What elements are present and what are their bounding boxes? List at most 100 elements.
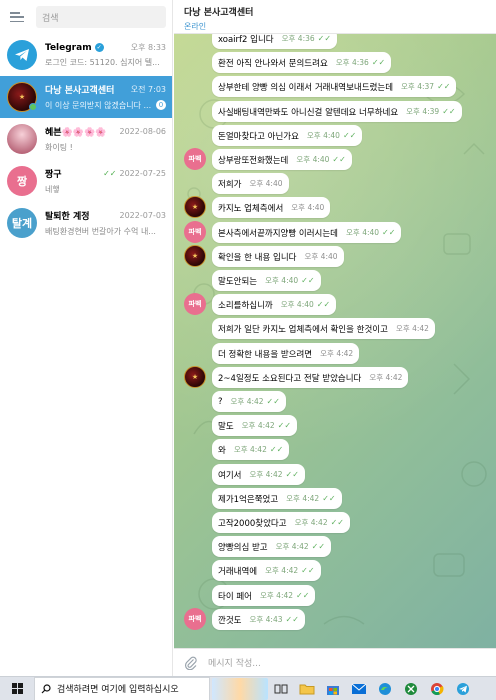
message-time: 오후 4:42 xyxy=(233,445,267,454)
message-bubble[interactable]: 양빵의심 받고 오후 4:42 ✓✓ xyxy=(212,536,332,557)
read-receipt-icon: ✓✓ xyxy=(382,228,396,237)
message-text: 제가1억은쭉었고 xyxy=(218,494,279,505)
message-time: 오후 4:42 xyxy=(249,470,283,479)
message-area[interactable]: xoairf2 입니다 오후 4:36 ✓✓ 환전 아직 안나와서 문의드려요 오후 4… xyxy=(174,28,496,648)
chat-header[interactable]: 다낭 본사고객센터 온라인 xyxy=(174,0,496,34)
message-text: 카지노 업체측에서 xyxy=(218,203,284,214)
search-icon xyxy=(41,683,51,693)
message-time: 오후 4:43 xyxy=(249,615,283,624)
message-list: xoairf2 입니다 오후 4:36 ✓✓ 환전 아직 안나와서 문의드려요 오후 4… xyxy=(174,28,496,648)
chat-name: 혜븐🌸🌸🌸🌸 xyxy=(45,128,107,138)
message-text: 더 정확한 내용을 받으려면 xyxy=(218,349,313,360)
chat-item-deleted-account[interactable]: 탈계 탈퇴한 계정 2022-07-03 배팅환경현버 번갈아가 수억 내... xyxy=(0,202,172,244)
chat-time: 오전 7:03 xyxy=(130,85,166,94)
message-time: 오후 4:40 xyxy=(304,252,338,261)
sender-avatar[interactable]: 파벡 xyxy=(184,221,206,243)
message-bubble[interactable]: 고작2000찾았다고 오후 4:42 ✓✓ xyxy=(212,512,350,533)
message-text: 소리를하십니까 xyxy=(218,300,273,311)
sender-avatar[interactable]: ★ xyxy=(184,366,206,388)
read-receipt-icon: ✓✓ xyxy=(330,518,344,527)
message-bubble[interactable]: 깐것도 오후 4:43 ✓✓ xyxy=(212,609,305,630)
message-time: 오후 4:42 xyxy=(259,591,294,600)
message-time: 오후 4:42 xyxy=(275,542,309,551)
message-bubble[interactable]: 저희가 오후 4:40 xyxy=(212,173,289,194)
message-bubble[interactable]: 말도안되는 오후 4:40 ✓✓ xyxy=(212,270,321,291)
chat-preview: 화이팅 ! xyxy=(45,143,73,152)
sender-avatar[interactable]: ★ xyxy=(184,196,206,218)
message-bubble[interactable]: 와 오후 4:42 ✓✓ xyxy=(212,439,290,460)
message-bubble[interactable]: 거래내역에 오후 4:42 ✓✓ xyxy=(212,560,321,581)
telegram-taskbar-icon[interactable] xyxy=(450,677,476,700)
start-button[interactable] xyxy=(0,677,34,700)
message-text: 저희가 xyxy=(218,179,242,190)
chat-item-telegram[interactable]: Telegram ✓ 오후 8:33 로그인 코드: 51120. 심지어 텔..… xyxy=(0,34,172,76)
chrome-browser-icon[interactable] xyxy=(424,677,450,700)
sender-avatar[interactable]: 파벡 xyxy=(184,608,206,630)
message-bubble[interactable]: 환전 아직 안나와서 문의드려요 오후 4:36 ✓✓ xyxy=(212,52,392,73)
message-bubble[interactable]: 돈얼마찾다고 아닌가요 오후 4:40 ✓✓ xyxy=(212,125,363,146)
read-receipt-icon: ✓✓ xyxy=(437,82,451,91)
task-view-icon[interactable] xyxy=(268,677,294,700)
mail-icon[interactable] xyxy=(346,677,372,700)
message-bubble[interactable]: 상부랑또전화했는데 오후 4:40 ✓✓ xyxy=(212,149,352,170)
message-bubble[interactable]: 소리를하십니까 오후 4:40 ✓✓ xyxy=(212,294,337,315)
file-explorer-icon[interactable] xyxy=(294,677,320,700)
message-bubble[interactable]: 사실배팅내역만봐도 아니신걸 알텐데요 너무하네요 오후 4:39 ✓✓ xyxy=(212,101,462,122)
chat-time: 2022-08-06 xyxy=(119,127,167,136)
message-bubble[interactable]: 타이 페어 오후 4:42 ✓✓ xyxy=(212,585,316,606)
message-time: 오후 4:40 xyxy=(306,131,340,140)
chat-item-heaven[interactable]: 혜븐🌸🌸🌸🌸 2022-08-06 화이팅 ! xyxy=(0,118,172,160)
message-text: 말도 xyxy=(218,421,234,432)
message-time: 오후 4:39 xyxy=(406,107,440,116)
message-input[interactable]: 메시지 작성... xyxy=(208,656,486,669)
xbox-game-icon[interactable] xyxy=(398,677,424,700)
message-bubble[interactable]: 카지노 업체측에서 오후 4:40 xyxy=(212,197,331,218)
edge-browser-icon[interactable] xyxy=(372,677,398,700)
avatar: 짱 xyxy=(7,166,37,196)
message-bubble[interactable]: ? 오후 4:42 ✓✓ xyxy=(212,391,286,412)
message-time: 오후 4:42 xyxy=(395,324,429,333)
search-input[interactable]: 검색 xyxy=(36,6,166,28)
read-receipt-icon: ✓✓ xyxy=(269,445,284,454)
read-receipt-icon: ✓✓ xyxy=(301,566,315,575)
read-receipt-icon: ✓✓ xyxy=(285,615,299,624)
online-indicator xyxy=(29,103,37,111)
taskbar-search-box[interactable]: 검색하려면 여기에 입력하십시오 xyxy=(34,676,210,700)
message-time: 오후 4:42 xyxy=(320,349,354,358)
message-time: 오후 4:36 xyxy=(281,34,315,43)
sender-avatar[interactable]: ★ xyxy=(184,245,206,267)
message-bubble[interactable]: 여기서 오후 4:42 ✓✓ xyxy=(212,464,305,485)
read-receipt-icon: ✓✓ xyxy=(285,470,299,479)
read-receipt-icon: ✓✓ xyxy=(266,397,280,406)
message-bubble[interactable]: 저희가 일단 카지노 업체측에서 확인을 한것이고 오후 4:42 xyxy=(212,318,435,339)
menu-icon[interactable] xyxy=(10,12,24,22)
attach-paperclip-icon[interactable] xyxy=(184,656,198,670)
message-bubble[interactable]: 2~4일정도 소요된다고 전달 받았습니다 오후 4:42 xyxy=(212,367,409,388)
message-bubble[interactable]: 제가1억은쭉었고 오후 4:42 ✓✓ xyxy=(212,488,342,509)
sidebar-top-bar: 검색 xyxy=(0,0,172,34)
chat-item-jjanggu[interactable]: 짱 짱구 ✓✓ 2022-07-25 네햏 xyxy=(0,160,172,202)
chat-time: 오후 8:33 xyxy=(130,43,166,52)
chat-name: Telegram xyxy=(45,42,92,53)
message-time: 오후 4:40 xyxy=(249,179,283,188)
message-text: 상부랑또전화했는데 xyxy=(218,155,289,166)
search-highlight-illustration xyxy=(212,677,268,700)
message-time: 오후 4:42 xyxy=(286,494,320,503)
read-receipt-icon: ✓✓ xyxy=(371,58,386,67)
message-bubble[interactable]: 상부한테 양빵 의심 이래서 거래내역보내드렸는데 오후 4:37 ✓✓ xyxy=(212,76,457,97)
sender-avatar[interactable]: 파벡 xyxy=(184,293,206,315)
chat-name: 탈퇴한 계정 xyxy=(45,212,90,222)
chat-item-danang-support[interactable]: ★ 다낭 본사고객센터 오전 7:03 이 이상 문의받지 않겠습니다 ... … xyxy=(0,76,172,118)
message-bubble[interactable]: 확인을 한 내용 입니다 오후 4:40 xyxy=(212,246,344,267)
message-time: 오후 4:40 xyxy=(265,276,299,285)
store-icon[interactable] xyxy=(320,677,346,700)
message-text: 말도안되는 xyxy=(218,276,258,287)
message-bubble[interactable]: 말도 오후 4:42 ✓✓ xyxy=(212,415,298,436)
message-bubble[interactable]: 본사측에서끝까지양빵 이러시는데 오후 4:40 ✓✓ xyxy=(212,222,402,243)
chat-time: 2022-07-03 xyxy=(119,211,167,220)
casino-logo-icon: ★ xyxy=(18,93,26,101)
sender-avatar[interactable]: 파벡 xyxy=(184,148,206,170)
message-text: 확인을 한 내용 입니다 xyxy=(218,252,297,263)
message-bubble[interactable]: 더 정확한 내용을 받으려면 오후 4:42 xyxy=(212,343,360,364)
composer: 메시지 작성... xyxy=(174,648,496,676)
